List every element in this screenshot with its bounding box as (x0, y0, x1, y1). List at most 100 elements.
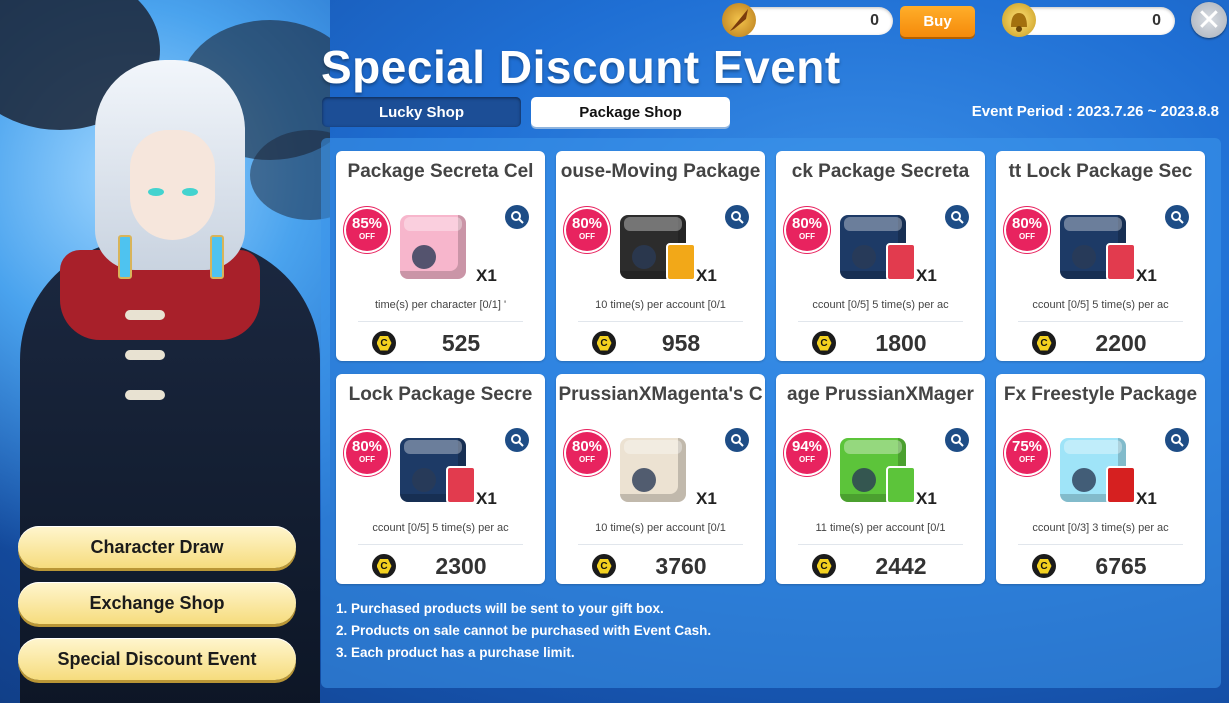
discount-badge: 75% OFF (1006, 432, 1048, 474)
product-price: 2200 (1095, 330, 1147, 356)
discount-percent: 85% (351, 215, 383, 232)
discount-percent: 80% (571, 438, 603, 455)
discount-off-label: OFF (359, 455, 375, 464)
product-price: 1800 (875, 330, 927, 356)
buy-button[interactable]: Buy (900, 6, 975, 37)
note-item: 3. Each product has a purchase limit. (336, 645, 575, 660)
product-name: Fx Freestyle Package (1003, 384, 1198, 405)
product-quantity: X1 (916, 266, 937, 285)
tab-lucky-shop[interactable]: Lucky Shop (322, 97, 521, 127)
zoom-icon[interactable] (1165, 428, 1189, 452)
purchase-limit: 10 time(s) per account [0/1 (595, 299, 726, 311)
discount-percent: 75% (1011, 438, 1043, 455)
product-card[interactable]: ck Package Secreta 80% OFF X1 ccount [0/5] 5… (776, 151, 985, 361)
zoom-icon[interactable] (1165, 205, 1189, 229)
product-card[interactable]: PrussianXMagenta's C 80% OFF X1 10 time(s) p… (556, 374, 765, 584)
cash-coin-icon: C (812, 331, 836, 355)
zoom-icon[interactable] (945, 428, 969, 452)
product-quantity: X1 (696, 489, 717, 508)
product-quantity: X1 (1136, 489, 1157, 508)
cash-coin-icon: C (592, 331, 616, 355)
zoom-icon[interactable] (725, 428, 749, 452)
cash-coin-icon: C (812, 554, 836, 578)
discount-percent: 80% (351, 438, 383, 455)
discount-percent: 94% (791, 438, 823, 455)
discount-badge: 85% OFF (346, 209, 388, 251)
discount-off-label: OFF (579, 232, 595, 241)
zoom-icon[interactable] (505, 205, 529, 229)
close-icon: ✕ (1196, 3, 1222, 37)
page-title: Special Discount Event (321, 41, 841, 93)
bonus-item-icon (446, 466, 476, 504)
product-card[interactable]: Package Secreta Cel 85% OFF X1 time(s) per c… (336, 151, 545, 361)
note-item: 2. Products on sale cannot be purchased … (336, 623, 712, 638)
product-price: 525 (441, 330, 481, 356)
zoom-icon[interactable] (505, 428, 529, 452)
gold-bell-icon (1002, 3, 1036, 37)
bonus-item-icon (1106, 466, 1136, 504)
quill-pen-icon (722, 3, 756, 37)
discount-badge: 80% OFF (566, 209, 608, 251)
product-price: 2300 (435, 553, 487, 579)
discount-percent: 80% (1011, 215, 1043, 232)
product-name: age PrussianXMager (787, 384, 974, 405)
cash-coin-icon: C (1032, 554, 1056, 578)
event-period: Event Period : 2023.7.26 ~ 2023.8.8 (971, 103, 1219, 120)
discount-off-label: OFF (359, 232, 375, 241)
product-price: 6765 (1095, 553, 1147, 579)
product-card[interactable]: Fx Freestyle Package 75% OFF X1 ccount [0/3]… (996, 374, 1205, 584)
package-box-icon (400, 215, 466, 279)
character-draw-button[interactable]: Character Draw (18, 526, 296, 568)
bonus-item-icon (886, 466, 916, 504)
quill-currency-amount: 0 (735, 7, 893, 35)
purchase-limit: time(s) per character [0/1] ' (374, 299, 507, 311)
cash-coin-icon: C (592, 554, 616, 578)
exchange-shop-button[interactable]: Exchange Shop (18, 582, 296, 624)
discount-percent: 80% (791, 215, 823, 232)
discount-badge: 80% OFF (1006, 209, 1048, 251)
purchase-limit: ccount [0/5] 5 time(s) per ac (812, 299, 949, 311)
product-price: 958 (661, 330, 701, 356)
product-card[interactable]: Lock Package Secre 80% OFF X1 ccount [0/5] 5… (336, 374, 545, 584)
bonus-item-icon (1106, 243, 1136, 281)
discount-badge: 80% OFF (346, 432, 388, 474)
discount-off-label: OFF (1019, 232, 1035, 241)
special-discount-event-button[interactable]: Special Discount Event (18, 638, 296, 680)
product-card[interactable]: age PrussianXMager 94% OFF X1 11 time(s) per… (776, 374, 985, 584)
package-box-icon (620, 438, 686, 502)
product-name: tt Lock Package Sec (1008, 161, 1193, 182)
purchase-limit: ccount [0/3] 3 time(s) per ac (1032, 522, 1169, 534)
purchase-limit: 10 time(s) per account [0/1 (595, 522, 726, 534)
notes-list: 1. Purchased products will be sent to yo… (336, 598, 711, 664)
bonus-item-icon (666, 243, 696, 281)
cash-coin-icon: C (372, 331, 396, 355)
discount-percent: 80% (571, 215, 603, 232)
discount-badge: 94% OFF (786, 432, 828, 474)
product-quantity: X1 (916, 489, 937, 508)
bonus-item-icon (886, 243, 916, 281)
product-price: 2442 (875, 553, 927, 579)
product-name: ouse-Moving Package (560, 161, 761, 182)
product-quantity: X1 (476, 489, 497, 508)
product-card[interactable]: ouse-Moving Package 80% OFF X1 10 time(s) pe… (556, 151, 765, 361)
purchase-limit: 11 time(s) per account [0/1 (815, 522, 946, 534)
cash-coin-icon: C (1032, 331, 1056, 355)
tab-package-shop[interactable]: Package Shop (531, 97, 730, 127)
discount-badge: 80% OFF (566, 432, 608, 474)
discount-off-label: OFF (799, 455, 815, 464)
product-name: PrussianXMagenta's C (558, 384, 763, 405)
zoom-icon[interactable] (945, 205, 969, 229)
discount-off-label: OFF (799, 232, 815, 241)
cash-coin-icon: C (372, 554, 396, 578)
note-item: 1. Purchased products will be sent to yo… (336, 601, 664, 616)
product-quantity: X1 (1136, 266, 1157, 285)
product-quantity: X1 (696, 266, 717, 285)
product-name: Package Secreta Cel (347, 161, 534, 182)
zoom-icon[interactable] (725, 205, 749, 229)
discount-off-label: OFF (579, 455, 595, 464)
product-card[interactable]: tt Lock Package Sec 80% OFF X1 ccount [0/5] … (996, 151, 1205, 361)
purchase-limit: ccount [0/5] 5 time(s) per ac (372, 522, 509, 534)
close-button[interactable]: ✕ (1191, 2, 1227, 38)
bell-currency-amount: 0 (1015, 7, 1175, 35)
product-price: 3760 (655, 553, 707, 579)
